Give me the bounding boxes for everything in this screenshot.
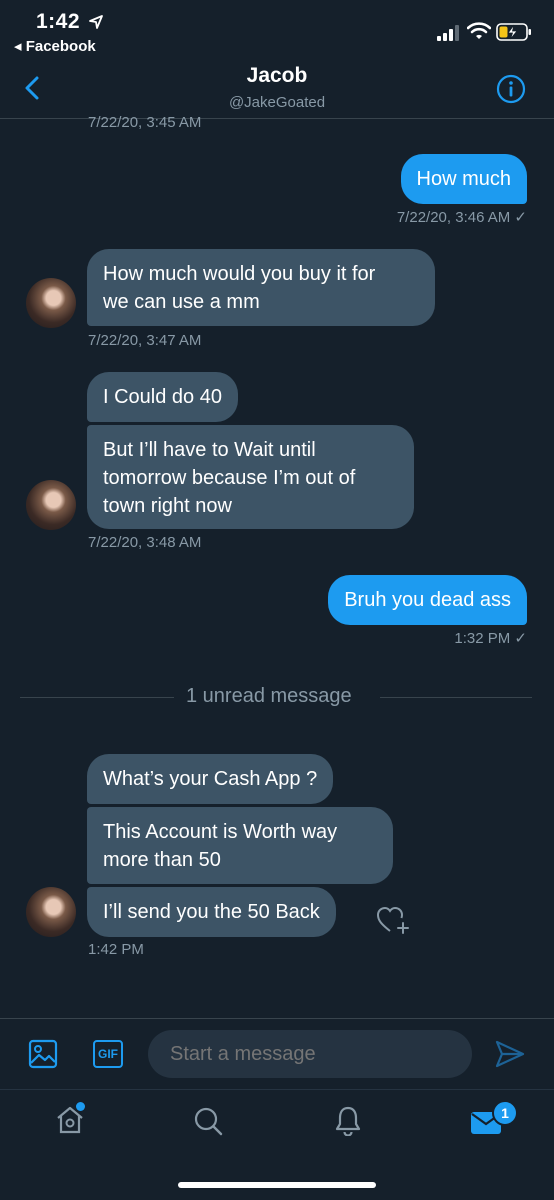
cellular-signal-icon — [437, 25, 459, 41]
home-indicator[interactable] — [178, 1182, 376, 1188]
outgoing-message[interactable]: Bruh you dead ass — [328, 575, 527, 625]
message-text-line: we can use a mm — [103, 291, 260, 313]
message-text-line: This Account is Worth way — [103, 821, 338, 843]
search-icon[interactable] — [192, 1105, 224, 1137]
back-to-app-link[interactable]: ◂ Facebook — [14, 37, 96, 55]
message-timestamp: 7/22/20, 3:45 AM — [88, 114, 202, 131]
message-input[interactable] — [148, 1030, 472, 1078]
header-divider — [0, 118, 554, 119]
image-icon[interactable] — [28, 1039, 58, 1069]
message-timestamp: 7/22/20, 3:48 AM — [88, 534, 202, 551]
message-timestamp: 7/22/20, 3:47 AM — [88, 332, 202, 349]
message-timestamp: 7/22/20, 3:46 AM ✓ — [396, 209, 527, 226]
avatar[interactable] — [26, 278, 76, 328]
notification-dot — [76, 1102, 85, 1111]
outgoing-message[interactable]: How much — [400, 154, 527, 204]
bell-icon[interactable] — [332, 1104, 364, 1136]
gif-button[interactable]: GIF — [93, 1040, 123, 1068]
status-time: 1:42 — [36, 10, 81, 33]
message-timestamp: 1:32 PM ✓ — [454, 630, 527, 647]
messages-badge: 1 — [492, 1100, 518, 1126]
incoming-message[interactable]: I’ll send you the 50 Back — [87, 887, 336, 937]
info-icon[interactable] — [496, 74, 526, 104]
incoming-message[interactable]: What’s your Cash App ? — [87, 754, 334, 804]
avatar[interactable] — [26, 887, 76, 937]
tabbar-divider — [0, 1089, 554, 1090]
incoming-message[interactable]: How much would you buy it for we can use… — [87, 249, 435, 326]
incoming-message[interactable]: But I’ll have to Wait until tomorrow bec… — [87, 425, 414, 529]
conversation-handle: @JakeGoated — [228, 94, 326, 111]
location-arrow-icon — [89, 15, 103, 29]
send-icon[interactable] — [494, 1039, 526, 1069]
composer-divider — [0, 1018, 554, 1019]
add-reaction-heart-icon[interactable] — [376, 906, 410, 936]
unread-divider: 1 unread message — [186, 685, 352, 707]
message-text-line: more than 50 — [103, 849, 221, 871]
message-text-line: How much would you buy it for — [103, 263, 376, 285]
incoming-message[interactable]: This Account is Worth way more than 50 — [87, 807, 393, 884]
message-text-line: tomorrow because I’m out of — [103, 467, 356, 489]
message-text-line: town right now — [103, 495, 232, 517]
message-text-line: But I’ll have to Wait until — [103, 439, 316, 461]
battery-charging-icon — [496, 23, 531, 41]
message-timestamp: 1:42 PM — [88, 941, 144, 958]
avatar[interactable] — [26, 480, 76, 530]
conversation-name: Jacob — [246, 64, 308, 87]
incoming-message[interactable]: I Could do 40 — [87, 372, 238, 422]
unread-divider-line — [380, 697, 532, 698]
wifi-icon — [467, 22, 491, 39]
unread-divider-line — [20, 697, 174, 698]
